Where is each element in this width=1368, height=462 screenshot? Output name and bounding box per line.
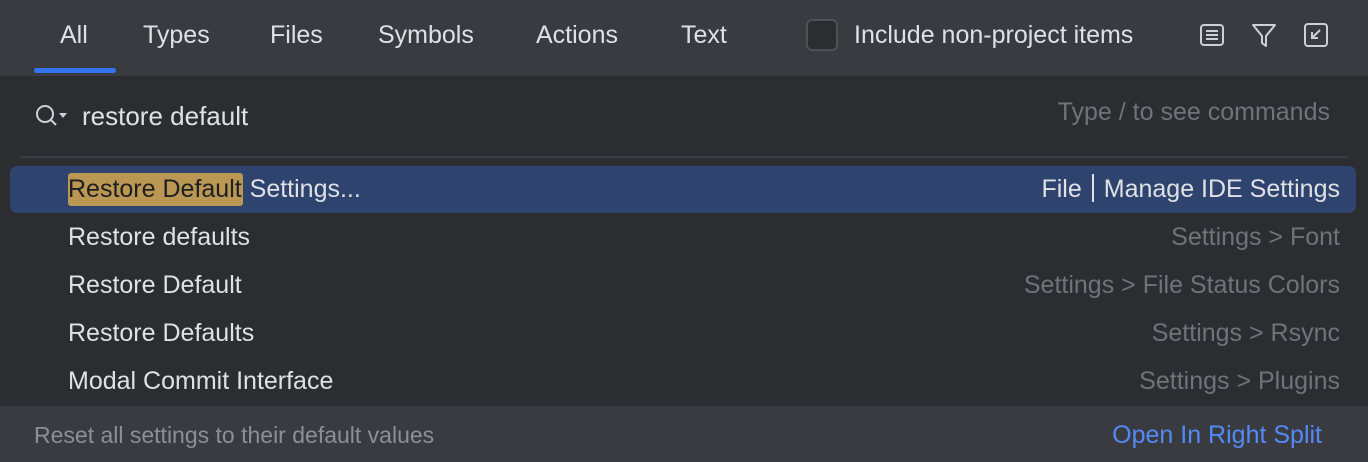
result-location: Settings > Font [1171,223,1340,251]
tab-files[interactable]: Files [270,0,323,72]
tab-all[interactable]: All [60,0,88,72]
list-item[interactable]: Modal Commit Interface Settings > Plugin… [10,358,1356,405]
footer: Reset all settings to their default valu… [0,406,1368,462]
search-input[interactable] [82,96,882,136]
list-item[interactable]: Restore Default Settings... File Manage I… [10,166,1356,213]
path-separator [1091,174,1094,202]
open-in-right-split-link[interactable]: Open In Right Split [1112,406,1322,462]
tab-bar: All Types Files Symbols Actions Text Inc… [0,0,1368,76]
divider [20,156,1348,158]
result-title-rest: Settings... [242,175,361,203]
result-title: Modal Commit Interface [68,367,334,395]
search-icon[interactable] [34,102,70,130]
result-location: Settings > Rsync [1151,319,1340,347]
tab-actions[interactable]: Actions [536,0,618,72]
list-item[interactable]: Restore defaults Settings > Font [10,214,1356,261]
active-tab-indicator [34,68,116,73]
result-title: Restore Default Settings... [68,166,361,213]
list-item[interactable]: Restore Default Settings > File Status C… [10,262,1356,309]
tab-types[interactable]: Types [143,0,210,72]
filter-icon[interactable] [1249,20,1279,50]
tab-text[interactable]: Text [681,0,727,72]
result-title: Restore defaults [68,223,251,251]
result-location: Settings > File Status Colors [1023,271,1340,299]
open-in-tool-window-icon[interactable] [1301,20,1331,50]
tab-symbols[interactable]: Symbols [378,0,474,72]
match-highlight: Restore Default [68,173,243,206]
search-bar: Type / to see commands [0,76,1368,156]
result-title: Restore Defaults [68,319,255,347]
include-non-project-checkbox[interactable] [806,19,838,51]
include-non-project-label[interactable]: Include non-project items [854,0,1133,70]
list-item[interactable]: Restore Defaults Settings > Rsync [10,310,1356,357]
search-hint: Type / to see commands [1057,98,1330,126]
result-location: Settings > Plugins [1139,367,1340,395]
action-description: Reset all settings to their default valu… [34,422,435,448]
result-location-submenu: Manage IDE Settings [1103,175,1340,203]
result-title: Restore Default [68,271,242,299]
preview-icon[interactable] [1197,20,1227,50]
result-location: File Manage IDE Settings [1041,166,1340,213]
result-location-menu: File [1041,175,1082,203]
